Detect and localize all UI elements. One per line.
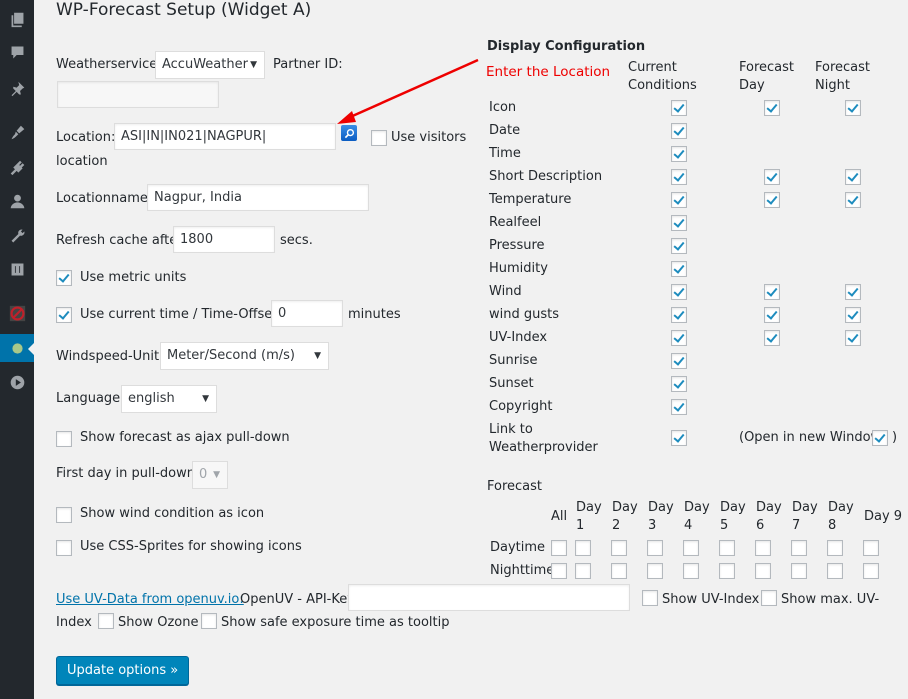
annotation-arrow xyxy=(337,58,479,124)
